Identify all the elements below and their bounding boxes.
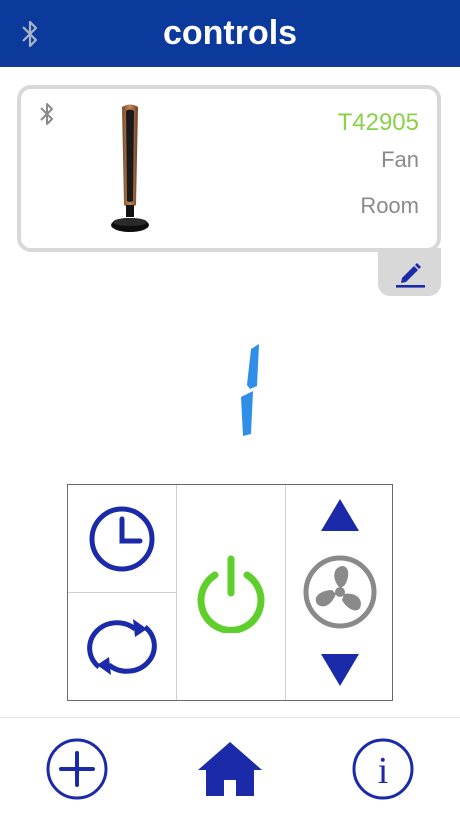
plus-circle-icon [46,738,108,800]
home-button[interactable] [195,736,265,802]
control-panel [67,484,393,701]
fan-mode-button[interactable] [286,547,394,637]
svg-text:i: i [378,750,389,792]
add-device-button[interactable] [44,736,110,802]
bottom-nav: i [0,717,460,818]
fan-icon [303,555,377,629]
power-button[interactable] [177,485,285,700]
bluetooth-icon [40,103,53,125]
device-card[interactable]: T42905 Fan Room [17,85,441,252]
edit-device-button[interactable] [378,248,441,296]
info-button[interactable]: i [350,736,416,802]
header-bar: controls [0,0,460,67]
device-model: T42905 [337,109,419,136]
info-icon: i [352,738,414,800]
tower-fan-image [111,104,149,232]
pencil-icon [396,263,425,288]
page-title: controls [162,14,298,52]
device-type: Fan [381,147,419,172]
power-icon [197,555,265,633]
triangle-down-icon [321,654,359,686]
speed-display-digit: 1 [241,344,259,436]
home-icon [198,742,262,796]
timer-button[interactable] [68,485,176,592]
clock-icon [89,506,155,571]
triangle-up-icon [321,499,359,531]
speed-up-button[interactable] [286,485,394,545]
oscillate-button[interactable] [68,593,176,700]
device-room: Room [360,193,419,218]
speed-down-button[interactable] [286,640,394,700]
oscillate-icon [87,618,157,675]
